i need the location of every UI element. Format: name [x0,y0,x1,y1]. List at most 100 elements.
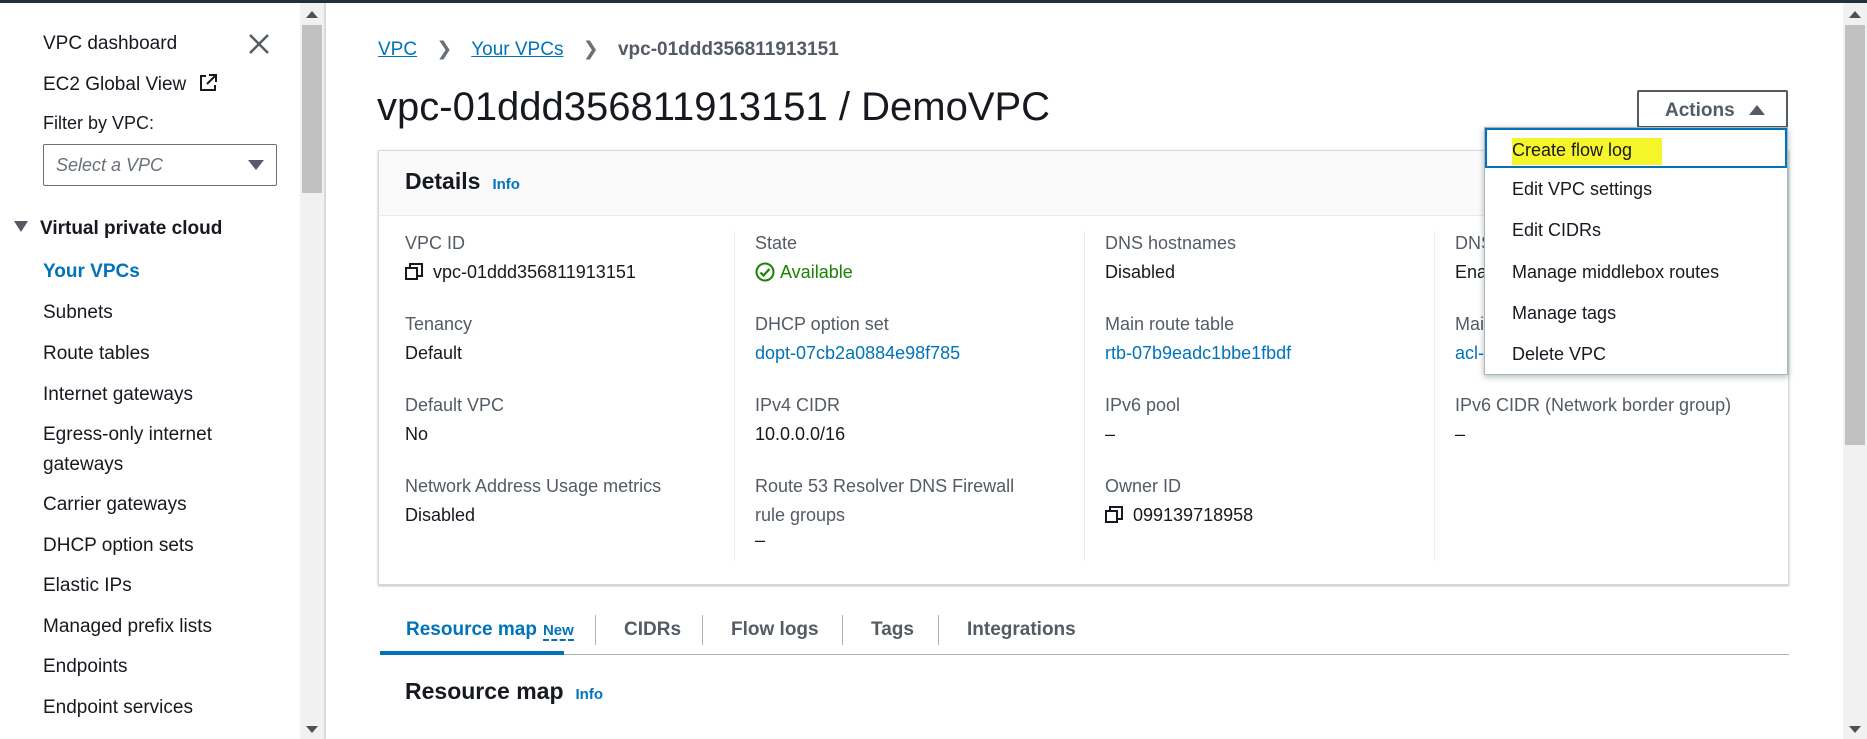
field-value: – [755,530,766,550]
menu-item-label: Manage middlebox routes [1512,262,1720,282]
resource-map-info-link[interactable]: Info [576,686,604,703]
field-tenancy: Tenancy Default [405,314,472,364]
field-value: No [405,424,429,444]
tab-flow-logs[interactable]: Flow logs [731,619,819,641]
field-label: IPv6 CIDR (Network border group) [1455,395,1732,415]
sidebar-item-label: EC2 Global View [43,74,187,95]
dhcp-option-set-link[interactable]: dopt-07cb2a0884e98f785 [755,343,960,363]
field-value: 10.0.0.0/16 [755,424,846,444]
actions-button[interactable]: Actions [1637,90,1788,128]
field-ipv6-cidr: IPv6 CIDR (Network border group) – [1455,395,1731,445]
sidebar-item-egress-only-gateways[interactable]: Egress-only internet [43,420,212,450]
details-title: Details Info [405,168,520,195]
details-info-link[interactable]: Info [492,176,520,193]
state-value: Available [780,262,853,282]
vpc-filter-select[interactable]: Select a VPC [43,144,277,186]
sidebar-item-managed-prefix-lists[interactable]: Managed prefix lists [43,612,212,642]
menu-item-edit-cidrs[interactable]: Edit CIDRs [1485,210,1787,250]
menu-item-delete-vpc[interactable]: Delete VPC [1485,334,1787,374]
main-route-table-link[interactable]: rtb-07b9eadc1bbe1fbdf [1105,343,1291,363]
field-label: DHCP option set [755,314,889,334]
tab-divider [842,615,843,645]
field-value: 099139718958 [1105,505,1253,526]
resource-map-title-text: Resource map [405,678,564,704]
field-value: Default [405,343,463,363]
menu-item-label: Edit VPC settings [1512,179,1653,199]
menu-item-edit-vpc-settings[interactable]: Edit VPC settings [1485,169,1787,209]
sidebar-item-subnets[interactable]: Subnets [43,298,113,328]
sidebar-item-internet-gateways[interactable]: Internet gateways [43,380,193,410]
breadcrumb-your-vpcs[interactable]: Your VPCs [471,39,563,60]
scroll-thumb[interactable] [302,25,322,193]
sidebar-item-egress-only-gateways-cont[interactable]: gateways [43,450,123,480]
main-scrollbar[interactable] [1843,3,1867,739]
scroll-down-icon[interactable] [306,726,318,733]
field-ipv4-cidr: IPv4 CIDR 10.0.0.0/16 [755,395,845,445]
field-dns-hostnames: DNS hostnames Disabled [1105,233,1236,283]
field-label: Default VPC [405,395,505,415]
field-value: Available [755,262,853,283]
scroll-up-icon[interactable] [1849,11,1861,18]
field-label: DNS hostnames [1105,233,1237,253]
column-divider [1084,231,1085,561]
menu-item-manage-middlebox-routes[interactable]: Manage middlebox routes [1485,252,1787,292]
field-label: IPv6 pool [1105,395,1181,415]
copy-icon[interactable] [1105,506,1123,524]
field-label: Owner ID [1105,476,1182,496]
active-tab-indicator [380,651,564,655]
field-ipv6-pool: IPv6 pool – [1105,395,1180,445]
tab-label: Resource map [406,619,537,640]
sidebar-item-carrier-gateways[interactable]: Carrier gateways [43,490,187,520]
sidebar-item-endpoint-services[interactable]: Endpoint services [43,693,193,723]
sidebar-item-dhcp-option-sets[interactable]: DHCP option sets [43,531,194,561]
new-badge: New [542,622,574,641]
field-value: – [1105,424,1116,444]
field-value: – [1455,424,1466,444]
sidebar-item-ec2-global-view[interactable]: EC2 Global View [43,73,218,96]
breadcrumb: VPC ❯ Your VPCs ❯ vpc-01ddd356811913151 [378,38,839,61]
tab-resource-map[interactable]: Resource map New [406,619,574,641]
field-main-acl-partial: Mai acl- [1455,314,1484,364]
column-divider [734,231,735,561]
sidebar-item-your-vpcs[interactable]: Your VPCs [43,257,140,287]
field-dhcp-option-set: DHCP option set dopt-07cb2a0884e98f785 [755,314,960,364]
copy-icon[interactable] [405,263,423,281]
sidebar-scrollbar[interactable] [300,3,324,739]
external-link-icon [199,74,217,91]
field-value: Disabled [405,505,476,525]
main-acl-link[interactable]: acl- [1455,343,1484,363]
section-virtual-private-cloud[interactable]: Virtual private cloud [14,218,222,240]
field-label: Main route table [1105,314,1235,334]
scroll-thumb[interactable] [1845,25,1865,445]
scroll-down-icon[interactable] [1849,726,1861,733]
tab-tags[interactable]: Tags [871,619,914,641]
sidebar-item-route-tables[interactable]: Route tables [43,339,150,369]
menu-item-create-flow-log[interactable]: Create flow log [1485,128,1787,168]
field-value: rtb-07b9eadc1bbe1fbdf [1105,343,1291,364]
sidebar-divider [324,3,326,739]
breadcrumb-vpc[interactable]: VPC [378,39,417,60]
field-vpc-id: VPC ID vpc-01ddd356811913151 [405,233,636,283]
sidebar-item-endpoints[interactable]: Endpoints [43,652,128,682]
scroll-up-icon[interactable] [306,11,318,18]
breadcrumb-current: vpc-01ddd356811913151 [617,39,839,60]
field-value: dopt-07cb2a0884e98f785 [755,343,960,364]
field-label: VPC ID [405,233,466,253]
field-network-address-usage: Network Address Usage metrics Disabled [405,476,661,526]
field-label-cont: rule groups [755,505,846,525]
actions-menu: Create flow log Edit VPC settings Edit C… [1484,127,1788,375]
sidebar-item-vpc-dashboard[interactable]: VPC dashboard [43,33,177,55]
caret-up-icon [1749,105,1765,115]
tab-cidrs[interactable]: CIDRs [624,619,681,641]
menu-item-label: Edit CIDRs [1512,220,1602,240]
field-label: Route 53 Resolver DNS Firewall [755,476,1015,496]
tab-integrations[interactable]: Integrations [967,619,1076,641]
field-value: acl- [1455,343,1484,364]
close-icon[interactable] [246,31,272,57]
sidebar-item-elastic-ips[interactable]: Elastic IPs [43,571,132,601]
menu-item-label: Delete VPC [1512,344,1607,364]
menu-item-manage-tags[interactable]: Manage tags [1485,293,1787,333]
details-title-text: Details [405,168,481,194]
column-divider [1434,231,1435,561]
actions-label: Actions [1665,100,1735,121]
